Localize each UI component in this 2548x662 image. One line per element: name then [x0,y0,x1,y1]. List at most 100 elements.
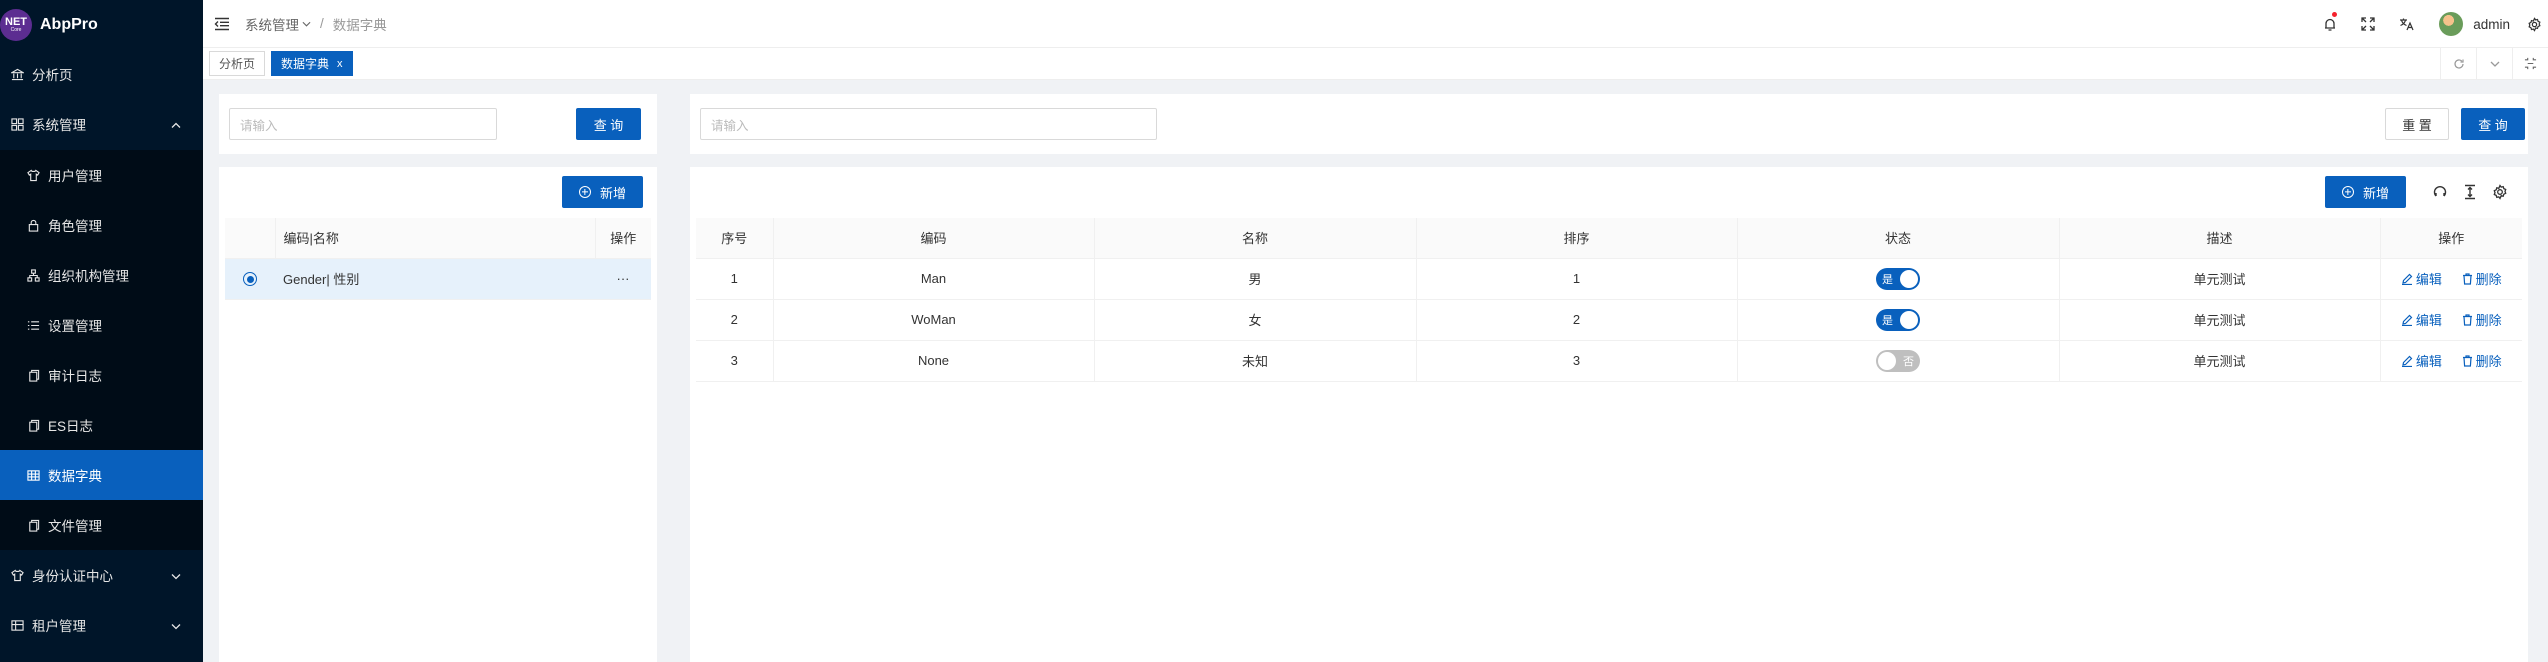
cell-actions: 编辑 删除 [2380,299,2522,341]
cell-status: 否 [1737,340,2060,382]
header: 系统管理 / 数据字典 admin [203,0,2548,48]
table-header-actions: 操作 [595,218,651,259]
username: admin [2473,16,2510,32]
cell-sort: 1 [1416,258,1738,300]
dictionary-table: 编码|名称 操作 Gender| 性别 ··· [225,218,651,300]
table-settings-icon[interactable] [2490,182,2510,202]
edit-button[interactable]: 编辑 [2401,269,2442,288]
sidebar-item-data-dictionary[interactable]: 数据字典 [0,450,203,500]
edit-icon [2401,314,2413,326]
left-search-button[interactable]: 查 询 [576,108,641,140]
lock-icon [26,218,40,232]
chevron-down-icon [171,618,181,633]
sidebar-item-system[interactable]: 系统管理 [0,98,203,150]
copy-icon [26,368,40,382]
cell-status: 是 [1737,299,2060,341]
delete-button[interactable]: 删除 [2462,351,2502,370]
edit-button[interactable]: 编辑 [2401,351,2442,370]
status-switch[interactable]: 是 [1876,267,1920,290]
cell-description: 单元测试 [2059,299,2381,341]
appstore-icon [10,117,24,131]
table-header-code: 编码 [773,218,1095,259]
add-dictionary-button[interactable]: 新增 [562,176,643,208]
fold-tabs-icon[interactable] [2512,48,2548,79]
delete-icon [2462,313,2472,326]
bank-icon [10,67,24,81]
plus-circle-icon [578,186,591,198]
table-header-code-name: 编码|名称 [275,218,596,259]
table-header-status: 状态 [1737,218,2060,259]
cell-description: 单元测试 [2059,258,2381,300]
right-search-panel: 请输入 重 置 查 询 [690,94,2528,154]
column-height-icon[interactable] [2460,182,2480,202]
sidebar-item-es-log[interactable]: ES日志 [0,400,203,450]
copy-icon [26,418,40,432]
status-switch[interactable]: 否 [1876,349,1920,372]
sidebar-item-identity-center[interactable]: 身份认证中心 [0,550,203,600]
table-row[interactable]: Gender| 性别 ··· [225,258,651,300]
logo-badge: NET Core [0,9,32,41]
cell-actions: 编辑 删除 [2380,340,2522,382]
row-radio[interactable] [225,258,275,300]
sidebar-item-users[interactable]: 用户管理 [0,150,203,200]
cell-name: 男 [1094,258,1417,300]
fullscreen-icon[interactable] [2349,0,2387,48]
table-icon [10,618,24,632]
refresh-icon[interactable] [2430,182,2450,202]
reload-icon[interactable] [2440,48,2476,79]
table-icon [26,468,40,482]
add-item-button[interactable]: 新增 [2325,176,2406,208]
reset-button[interactable]: 重 置 [2385,108,2449,140]
chevron-down-icon [171,568,181,583]
row-code-name: Gender| 性别 [275,258,595,300]
sidebar-item-audit-log[interactable]: 审计日志 [0,350,203,400]
menu-fold-icon[interactable] [213,15,231,33]
cell-code: None [773,340,1095,382]
edit-button[interactable]: 编辑 [2401,310,2442,329]
status-switch[interactable]: 是 [1876,308,1920,331]
sidebar-item-tenants[interactable]: 租户管理 [0,600,203,650]
cell-index: 3 [696,340,774,382]
sidebar-item-file-management[interactable]: 文件管理 [0,500,203,550]
sidebar-item-roles[interactable]: 角色管理 [0,200,203,250]
translate-icon[interactable] [2387,0,2425,48]
tabs-actions [2440,48,2548,79]
sidebar-item-analysis[interactable]: 分析页 [0,50,203,98]
tabs-bar: 分析页 数据字典 x [203,48,2548,80]
breadcrumb-separator: / [320,16,324,31]
delete-button[interactable]: 删除 [2462,269,2502,288]
item-search-input[interactable]: 请输入 [700,108,1157,140]
right-search-button[interactable]: 查 询 [2461,108,2525,140]
logo[interactable]: NET Core AbpPro [0,0,203,50]
table-row: 1 Man 男 1 是 单元测试 编辑 删除 [696,258,2522,300]
radio-checked [243,272,257,287]
table-row: 2 WoMan 女 2 是 单元测试 编辑 删除 [696,299,2522,341]
table-header-description: 描述 [2059,218,2381,259]
edit-icon [2401,273,2413,285]
cell-sort: 3 [1416,340,1738,382]
app-name: AbpPro [40,16,98,33]
breadcrumb-item-system[interactable]: 系统管理 [245,14,299,34]
tab-close-icon[interactable]: x [337,58,343,70]
cell-name: 女 [1094,299,1417,341]
cell-code: Man [773,258,1095,300]
user-menu[interactable]: admin [2439,12,2510,36]
dictionary-search-input[interactable]: 请输入 [229,108,497,140]
sidebar-item-organization[interactable]: 组织机构管理 [0,250,203,300]
delete-button[interactable]: 删除 [2462,310,2502,329]
bell-icon[interactable] [2311,0,2349,48]
more-actions-icon[interactable]: ··· [595,258,651,300]
cell-actions: 编辑 删除 [2380,258,2522,300]
tab-analysis[interactable]: 分析页 [209,51,266,76]
cluster-icon [26,268,40,282]
edit-icon [2401,355,2413,367]
tab-data-dictionary[interactable]: 数据字典 x [271,51,353,76]
table-row: 3 None 未知 3 否 单元测试 编辑 删除 [696,340,2522,382]
chevron-down-icon[interactable] [2476,48,2512,79]
settings-icon[interactable] [2520,0,2548,48]
sidebar-item-settings[interactable]: 设置管理 [0,300,203,350]
cell-index: 1 [696,258,774,300]
table-header-select [225,218,276,259]
shirt-icon [26,168,40,182]
cell-status: 是 [1737,258,2060,300]
